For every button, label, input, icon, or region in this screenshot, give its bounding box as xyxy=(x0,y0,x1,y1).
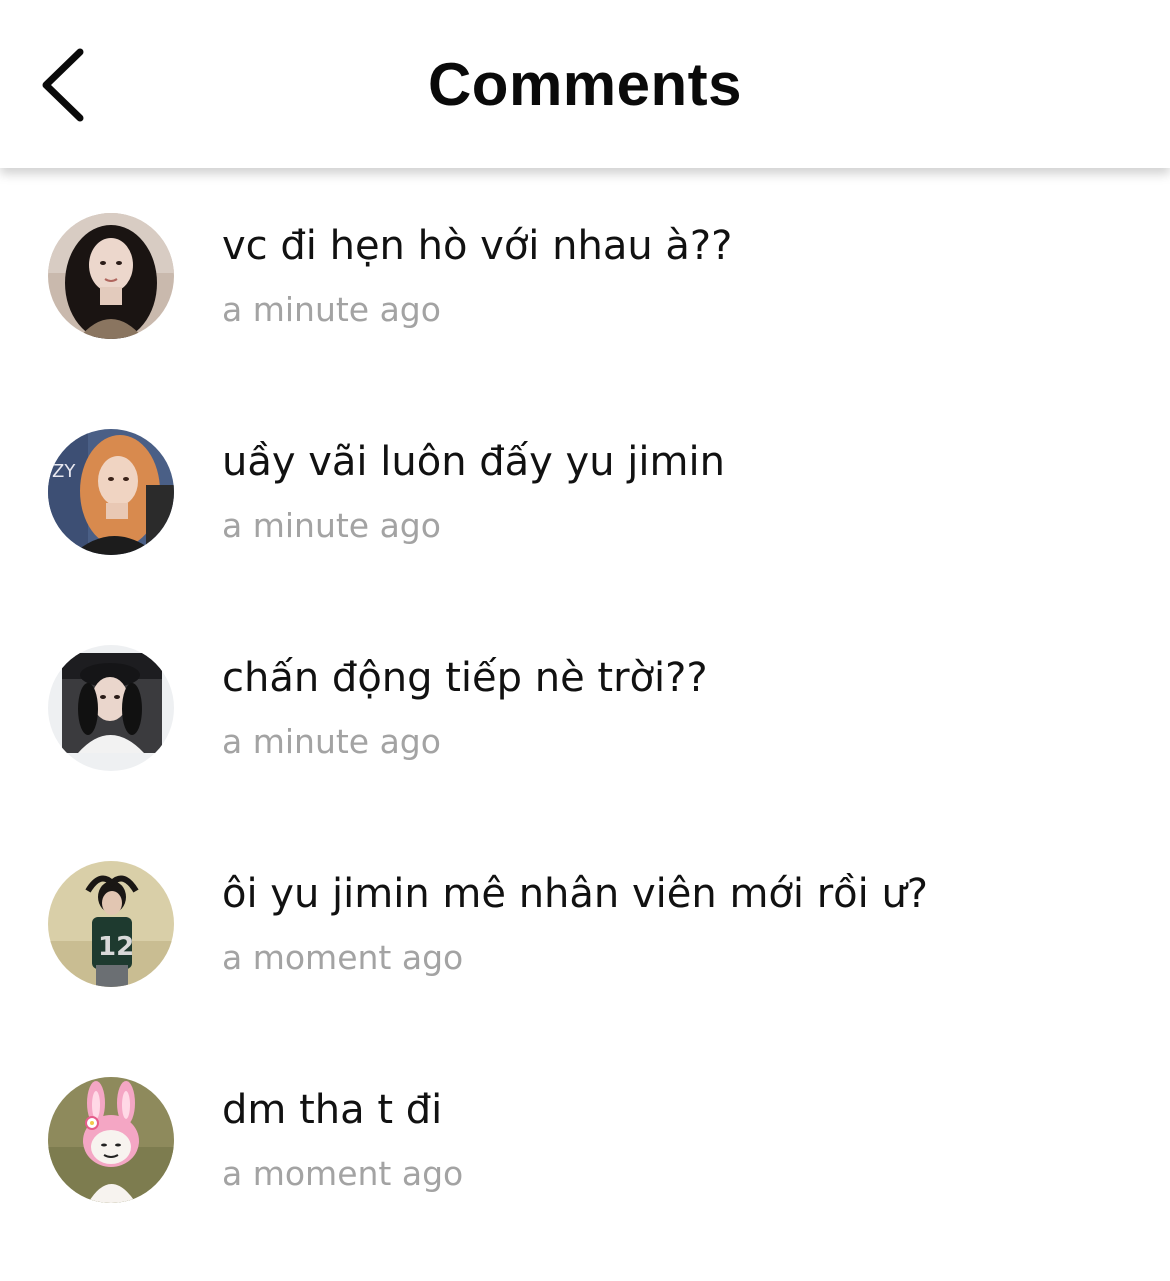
avatar[interactable]: ZY xyxy=(48,429,174,555)
comment-text: vc đi hẹn hò với nhau à?? xyxy=(222,223,733,269)
comment-text: ôi yu jimin mê nhân viên mới rồi ư? xyxy=(222,871,929,917)
header-bar: Comments xyxy=(0,0,1170,168)
svg-text:12: 12 xyxy=(98,932,134,962)
avatar-photo-icon: ZY xyxy=(48,429,174,555)
comment-item: ZY uầy vãi luôn đấy yu jimin a minute ag… xyxy=(0,384,1170,600)
avatar-photo-icon xyxy=(48,213,174,339)
comment-list: vc đi hẹn hò với nhau à?? a minute ago Z… xyxy=(0,168,1170,1281)
avatar[interactable] xyxy=(48,645,174,771)
avatar[interactable]: 12 xyxy=(48,861,174,987)
comment-item: dm tha t đi a moment ago xyxy=(0,1032,1170,1248)
comment-item: chấn động tiếp nè trời?? a minute ago xyxy=(0,600,1170,816)
svg-text:ZY: ZY xyxy=(52,461,76,482)
comment-timestamp: a minute ago xyxy=(222,722,441,761)
comment-timestamp: a moment ago xyxy=(222,1154,464,1193)
comment-timestamp: a moment ago xyxy=(222,938,464,977)
comment-item: vc đi hẹn hò với nhau à?? a minute ago xyxy=(0,168,1170,384)
avatar-cartoon-icon xyxy=(48,1077,174,1203)
comment-timestamp: a minute ago xyxy=(222,506,441,545)
avatar-photo-icon: 12 xyxy=(48,861,174,987)
avatar-photo-icon xyxy=(48,645,174,771)
comment-text: uầy vãi luôn đấy yu jimin xyxy=(222,439,725,485)
comment-text: dm tha t đi xyxy=(222,1087,443,1133)
page-title: Comments xyxy=(427,51,743,118)
comment-timestamp: a minute ago xyxy=(222,290,441,329)
avatar[interactable] xyxy=(48,1077,174,1203)
comment-item: 12 ôi yu jimin mê nhân viên mới rồi ư? a… xyxy=(0,816,1170,1032)
comment-text: chấn động tiếp nè trời?? xyxy=(222,655,708,701)
avatar[interactable] xyxy=(48,213,174,339)
